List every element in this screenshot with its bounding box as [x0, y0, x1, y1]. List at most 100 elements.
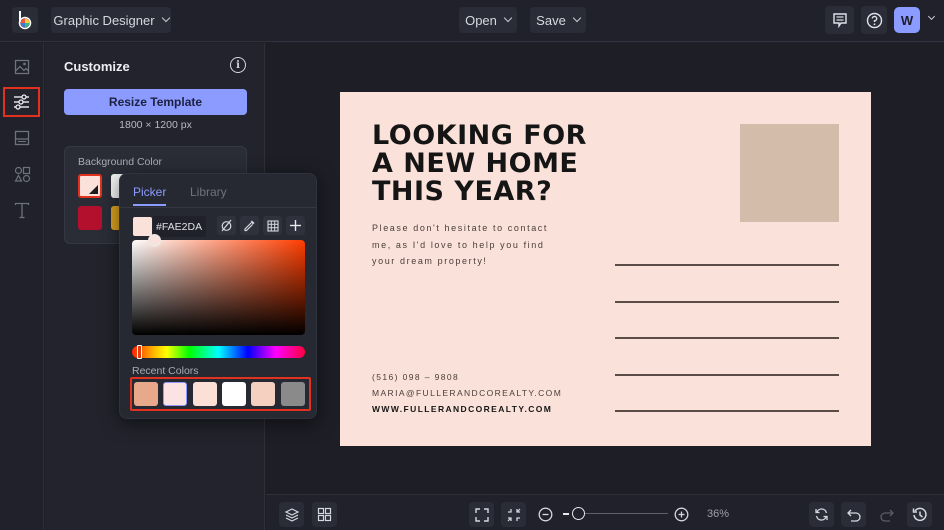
tool-rail	[0, 43, 44, 530]
info-icon[interactable]: i	[230, 57, 246, 73]
redo-icon	[879, 509, 894, 522]
comment-icon	[832, 13, 847, 28]
headline-line: A NEW HOME	[372, 148, 579, 179]
hue-handle[interactable]	[137, 345, 142, 359]
recent-color-swatch[interactable]	[163, 382, 188, 406]
save-dropdown[interactable]: Save	[530, 7, 586, 33]
account-chevron-down-icon[interactable]	[927, 12, 936, 21]
tab-library[interactable]: Library	[190, 185, 227, 199]
zoom-in-button[interactable]	[674, 507, 689, 527]
recent-color-swatch[interactable]	[251, 382, 276, 406]
zoom-in-icon	[674, 507, 689, 522]
phone-text[interactable]: (516) 098 – 9808	[372, 372, 459, 382]
refresh-icon	[815, 508, 828, 521]
body-text[interactable]: Please don't hesitate to contact me, as …	[372, 220, 572, 270]
headline-text[interactable]: LOOKING FOR A NEW HOME THIS YEAR?	[372, 122, 587, 206]
comments-button[interactable]	[825, 6, 854, 34]
layers-button[interactable]	[279, 502, 304, 527]
fullscreen-button[interactable]	[469, 502, 494, 527]
zoom-slider-track[interactable]	[572, 513, 668, 514]
chevron-down-icon	[572, 13, 582, 23]
fit-to-screen-button[interactable]	[501, 502, 526, 527]
zoom-out-icon	[538, 507, 553, 522]
redo-button[interactable]	[874, 502, 899, 527]
postcard-canvas[interactable]: LOOKING FOR A NEW HOME THIS YEAR? Please…	[340, 92, 871, 446]
workspace-dropdown[interactable]: Graphic Designer	[51, 7, 171, 33]
address-line[interactable]	[615, 301, 839, 303]
email-text[interactable]: MARIA@FULLERANDCOREALTY.COM	[372, 388, 562, 398]
saturation-value-area[interactable]	[132, 240, 305, 335]
rail-item-text[interactable]	[6, 194, 38, 226]
zoom-percentage: 36%	[707, 508, 730, 520]
recent-color-swatch[interactable]	[221, 382, 246, 406]
layers-icon	[284, 507, 299, 522]
logo-icon	[18, 11, 32, 30]
rail-item-images[interactable]	[6, 51, 38, 83]
grid-icon	[317, 507, 332, 522]
address-line[interactable]	[615, 264, 839, 266]
stamp-placeholder[interactable]	[740, 124, 839, 222]
address-line[interactable]	[615, 337, 839, 339]
recent-color-swatch[interactable]	[192, 382, 217, 406]
undo-icon	[846, 509, 861, 522]
address-line[interactable]	[615, 374, 839, 376]
history-button[interactable]	[907, 502, 932, 527]
undo-button[interactable]	[841, 502, 866, 527]
swatch-crimson[interactable]	[78, 206, 102, 230]
app-logo-button[interactable]	[12, 7, 38, 33]
background-color-label: Background Color	[78, 156, 163, 168]
open-dropdown[interactable]: Open	[459, 7, 517, 33]
website-text[interactable]: WWW.FULLERANDCOREALTY.COM	[372, 404, 552, 414]
panel-title: Customize	[64, 59, 130, 74]
rail-item-graphics[interactable]	[6, 158, 38, 190]
no-color-button[interactable]	[217, 216, 236, 235]
add-color-button[interactable]	[286, 216, 305, 235]
rail-item-customize[interactable]	[3, 87, 40, 117]
hex-input[interactable]: #FAE2DA	[153, 216, 206, 237]
recent-colors-label: Recent Colors	[132, 365, 199, 377]
sliders-icon	[14, 94, 29, 110]
template-dimensions: 1800 × 1200 px	[119, 119, 192, 131]
color-picker-popover: Picker Library #FAE2DA Recent Colors	[119, 173, 317, 419]
palette-grid-button[interactable]	[263, 216, 282, 235]
zoom-slider-thumb[interactable]	[572, 507, 585, 520]
workspace-label: Graphic Designer	[53, 12, 155, 28]
plus-icon	[290, 220, 301, 231]
address-line[interactable]	[615, 410, 839, 412]
tab-picker[interactable]: Picker	[133, 185, 167, 206]
rail-item-layouts[interactable]	[6, 122, 38, 154]
top-bar: Graphic Designer Open Save W	[0, 0, 944, 42]
chevron-down-icon	[161, 13, 170, 23]
recent-color-swatch[interactable]	[134, 382, 158, 406]
image-icon	[14, 59, 30, 75]
headline-line: THIS YEAR?	[372, 176, 553, 207]
grid-icon	[266, 219, 279, 232]
recent-colors-row	[130, 377, 311, 411]
grid-view-button[interactable]	[312, 502, 337, 527]
swatch-current[interactable]	[78, 174, 102, 198]
open-label: Open	[465, 12, 497, 28]
headline-line: LOOKING FOR	[372, 120, 587, 151]
help-button[interactable]	[861, 6, 887, 34]
body-line: Please don't hesitate to contact	[372, 223, 548, 233]
resize-template-button[interactable]: Resize Template	[64, 89, 247, 115]
no-color-icon	[221, 219, 232, 232]
hue-slider[interactable]	[132, 346, 305, 358]
replace-button[interactable]	[809, 502, 834, 527]
zoom-slider-fill	[563, 513, 569, 515]
help-icon	[866, 12, 882, 28]
body-line: me, as I'd love to help you find	[372, 239, 545, 250]
bottom-toolbar	[266, 494, 944, 530]
saturation-handle[interactable]	[148, 234, 161, 247]
recent-color-swatch[interactable]	[280, 382, 305, 406]
corner-triangle-icon	[89, 185, 98, 194]
body-line: your dream property!	[372, 256, 488, 266]
zoom-out-button[interactable]	[538, 507, 553, 527]
eyedropper-button[interactable]	[240, 216, 259, 235]
user-avatar[interactable]: W	[894, 7, 920, 33]
collapse-icon	[507, 508, 520, 521]
save-label: Save	[536, 12, 566, 28]
text-icon	[14, 202, 30, 218]
layout-icon	[14, 130, 30, 146]
shapes-icon	[13, 166, 30, 182]
